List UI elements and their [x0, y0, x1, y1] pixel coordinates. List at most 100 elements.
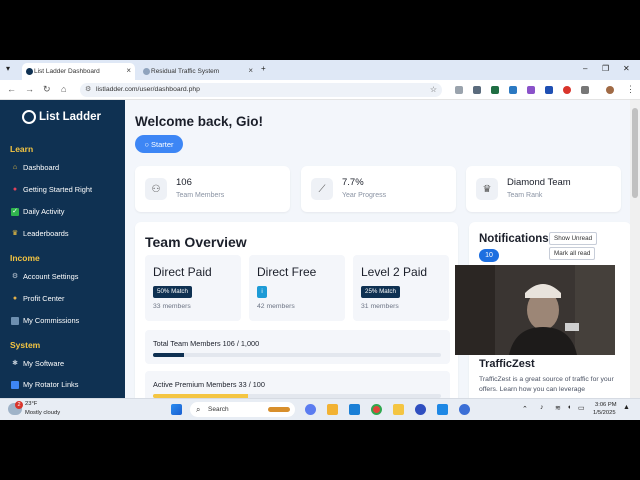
home-icon[interactable]: ⌂: [61, 84, 66, 94]
extension-icon[interactable]: [473, 86, 481, 94]
sidebar-item-my-commissions[interactable]: My Commissions: [11, 316, 79, 325]
app-icon[interactable]: [437, 404, 448, 415]
sidebar-item-profit-center[interactable]: ● Profit Center: [11, 294, 65, 303]
wallet-icon: [11, 316, 19, 325]
extension-icon[interactable]: [509, 86, 517, 94]
favicon-icon: [143, 68, 150, 75]
stat-value: 106: [176, 177, 192, 188]
starter-badge[interactable]: ○ Starter: [135, 135, 183, 153]
site-info-icon[interactable]: ⚙: [85, 83, 91, 97]
forward-icon[interactable]: →: [25, 84, 34, 94]
extension-icon[interactable]: [527, 86, 535, 94]
webcam-overlay: [455, 265, 615, 355]
close-window-icon[interactable]: ✕: [623, 64, 630, 73]
store-icon[interactable]: [349, 404, 360, 415]
notifications-title: Notifications: [479, 233, 549, 245]
tab-title: Residual Traffic System: [151, 68, 220, 75]
copilot-icon[interactable]: [305, 404, 316, 415]
sidebar-item-my-software[interactable]: ✱ My Software: [11, 359, 64, 368]
close-tab-icon[interactable]: ×: [126, 66, 131, 75]
mark-all-read-button[interactable]: Mark all read: [549, 247, 596, 260]
search-highlight-icon: [268, 407, 290, 412]
profile-avatar-icon[interactable]: [606, 86, 614, 94]
file-explorer-icon[interactable]: [327, 404, 338, 415]
stat-team-members: ⚇ 106 Team Members: [135, 166, 290, 212]
search-icon: ⌕: [196, 405, 201, 414]
battery-icon[interactable]: ▭: [578, 404, 585, 412]
notification-bell-icon[interactable]: ▲: [623, 404, 630, 411]
app-icon[interactable]: [415, 404, 426, 415]
section-learn: Learn: [10, 144, 34, 154]
notification-item-text: TrafficZest is a great source of traffic…: [479, 376, 614, 393]
sidebar-item-label: My Commissions: [23, 316, 80, 325]
show-unread-button[interactable]: Show Unread: [549, 232, 598, 245]
sidebar-item-dashboard[interactable]: ⌂ Dashboard: [11, 163, 59, 172]
team-overview-title: Team Overview: [145, 234, 247, 250]
extension-icon[interactable]: [491, 86, 499, 94]
reload-icon[interactable]: ↻: [43, 84, 51, 95]
tools-icon: ✱: [12, 359, 18, 367]
gear-icon: ⚙: [11, 272, 19, 280]
volume-icon[interactable]: ◖: [567, 404, 571, 411]
info-icon[interactable]: i: [257, 286, 267, 298]
tab-menu-icon[interactable]: ▾: [6, 64, 10, 73]
team-overview-card: Team Overview Direct Paid 50% Match 33 m…: [135, 222, 458, 398]
sidebar-item-rotator-links[interactable]: My Rotator Links: [11, 380, 78, 389]
tier-name: Direct Paid: [153, 265, 212, 279]
section-income: Income: [10, 253, 40, 263]
match-badge: 50% Match: [153, 286, 192, 298]
sidebar-item-label: Account Settings: [23, 272, 79, 281]
trophy-icon: ♛: [476, 178, 498, 200]
microphone-icon[interactable]: ♪: [540, 404, 544, 411]
app-icon[interactable]: [459, 404, 470, 415]
progress-active-premium: Active Premium Members 33 / 100: [145, 371, 450, 398]
progress-track: [153, 353, 441, 357]
sidebar-item-daily-activity[interactable]: ✓ Daily Activity: [11, 207, 64, 216]
tab-residual-traffic[interactable]: Residual Traffic System ×: [139, 63, 257, 80]
chrome-icon[interactable]: [371, 404, 382, 415]
extensions-puzzle-icon[interactable]: [581, 86, 589, 94]
tier-direct-paid: Direct Paid 50% Match 33 members: [145, 255, 241, 321]
starter-label: Starter: [151, 139, 174, 149]
browser-menu-icon[interactable]: ⋮: [626, 84, 635, 95]
page-scrollbar[interactable]: [630, 100, 640, 398]
chart-line-icon: ⟋: [311, 178, 333, 200]
extension-icon[interactable]: [545, 86, 553, 94]
maximize-icon[interactable]: ❐: [602, 64, 609, 73]
back-icon[interactable]: ←: [7, 84, 16, 94]
bookmark-star-icon[interactable]: ☆: [430, 83, 437, 97]
clock-time[interactable]: 3:06 PM: [595, 402, 617, 408]
logo[interactable]: List Ladder: [22, 110, 101, 124]
extension-icon[interactable]: [563, 86, 571, 94]
address-bar-row: ← → ↻ ⌂ ⚙ listladder.com/user/dashboard.…: [0, 80, 640, 100]
windows-taskbar: 2 23°F Mostly cloudy ⌕ Search ⌃ ♪ ≋ ◖ ▭ …: [0, 398, 640, 420]
stat-year-progress: ⟋ 7.7% Year Progress: [301, 166, 456, 212]
new-tab-icon[interactable]: +: [261, 64, 266, 73]
clock-date[interactable]: 1/5/2025: [593, 410, 616, 416]
sidebar: List Ladder Learn ⌂ Dashboard ● Getting …: [0, 100, 125, 398]
sidebar-item-label: Getting Started Right: [23, 185, 93, 194]
tray-chevron-icon[interactable]: ⌃: [522, 405, 528, 413]
folder-icon[interactable]: [393, 404, 404, 415]
sidebar-item-getting-started[interactable]: ● Getting Started Right: [11, 185, 92, 194]
minimize-icon[interactable]: –: [583, 64, 587, 73]
taskbar-search[interactable]: ⌕ Search: [190, 402, 295, 417]
tier-name: Level 2 Paid: [361, 265, 428, 279]
progress-total-members: Total Team Members 106 / 1,000: [145, 330, 450, 364]
weather-alert-badge: 2: [15, 401, 23, 409]
extension-icon[interactable]: [455, 86, 463, 94]
tier-members: 33 members: [153, 303, 191, 310]
wifi-icon[interactable]: ≋: [555, 404, 561, 412]
url-text: listladder.com/user/dashboard.php: [96, 86, 200, 93]
stat-value: 7.7%: [342, 177, 364, 188]
scrollbar-thumb[interactable]: [632, 108, 638, 198]
close-tab-icon[interactable]: ×: [248, 66, 253, 75]
sidebar-item-account-settings[interactable]: ⚙ Account Settings: [11, 272, 79, 281]
notification-item-title[interactable]: TrafficZest: [479, 358, 535, 370]
sidebar-item-label: Profit Center: [23, 294, 65, 303]
tab-list-ladder[interactable]: List Ladder Dashboard ×: [22, 63, 135, 80]
windows-start-icon[interactable]: [171, 404, 182, 415]
sidebar-item-leaderboards[interactable]: ♛ Leaderboards: [11, 229, 69, 238]
home-icon: ⌂: [12, 163, 18, 171]
url-field[interactable]: ⚙ listladder.com/user/dashboard.php ☆: [80, 83, 442, 97]
